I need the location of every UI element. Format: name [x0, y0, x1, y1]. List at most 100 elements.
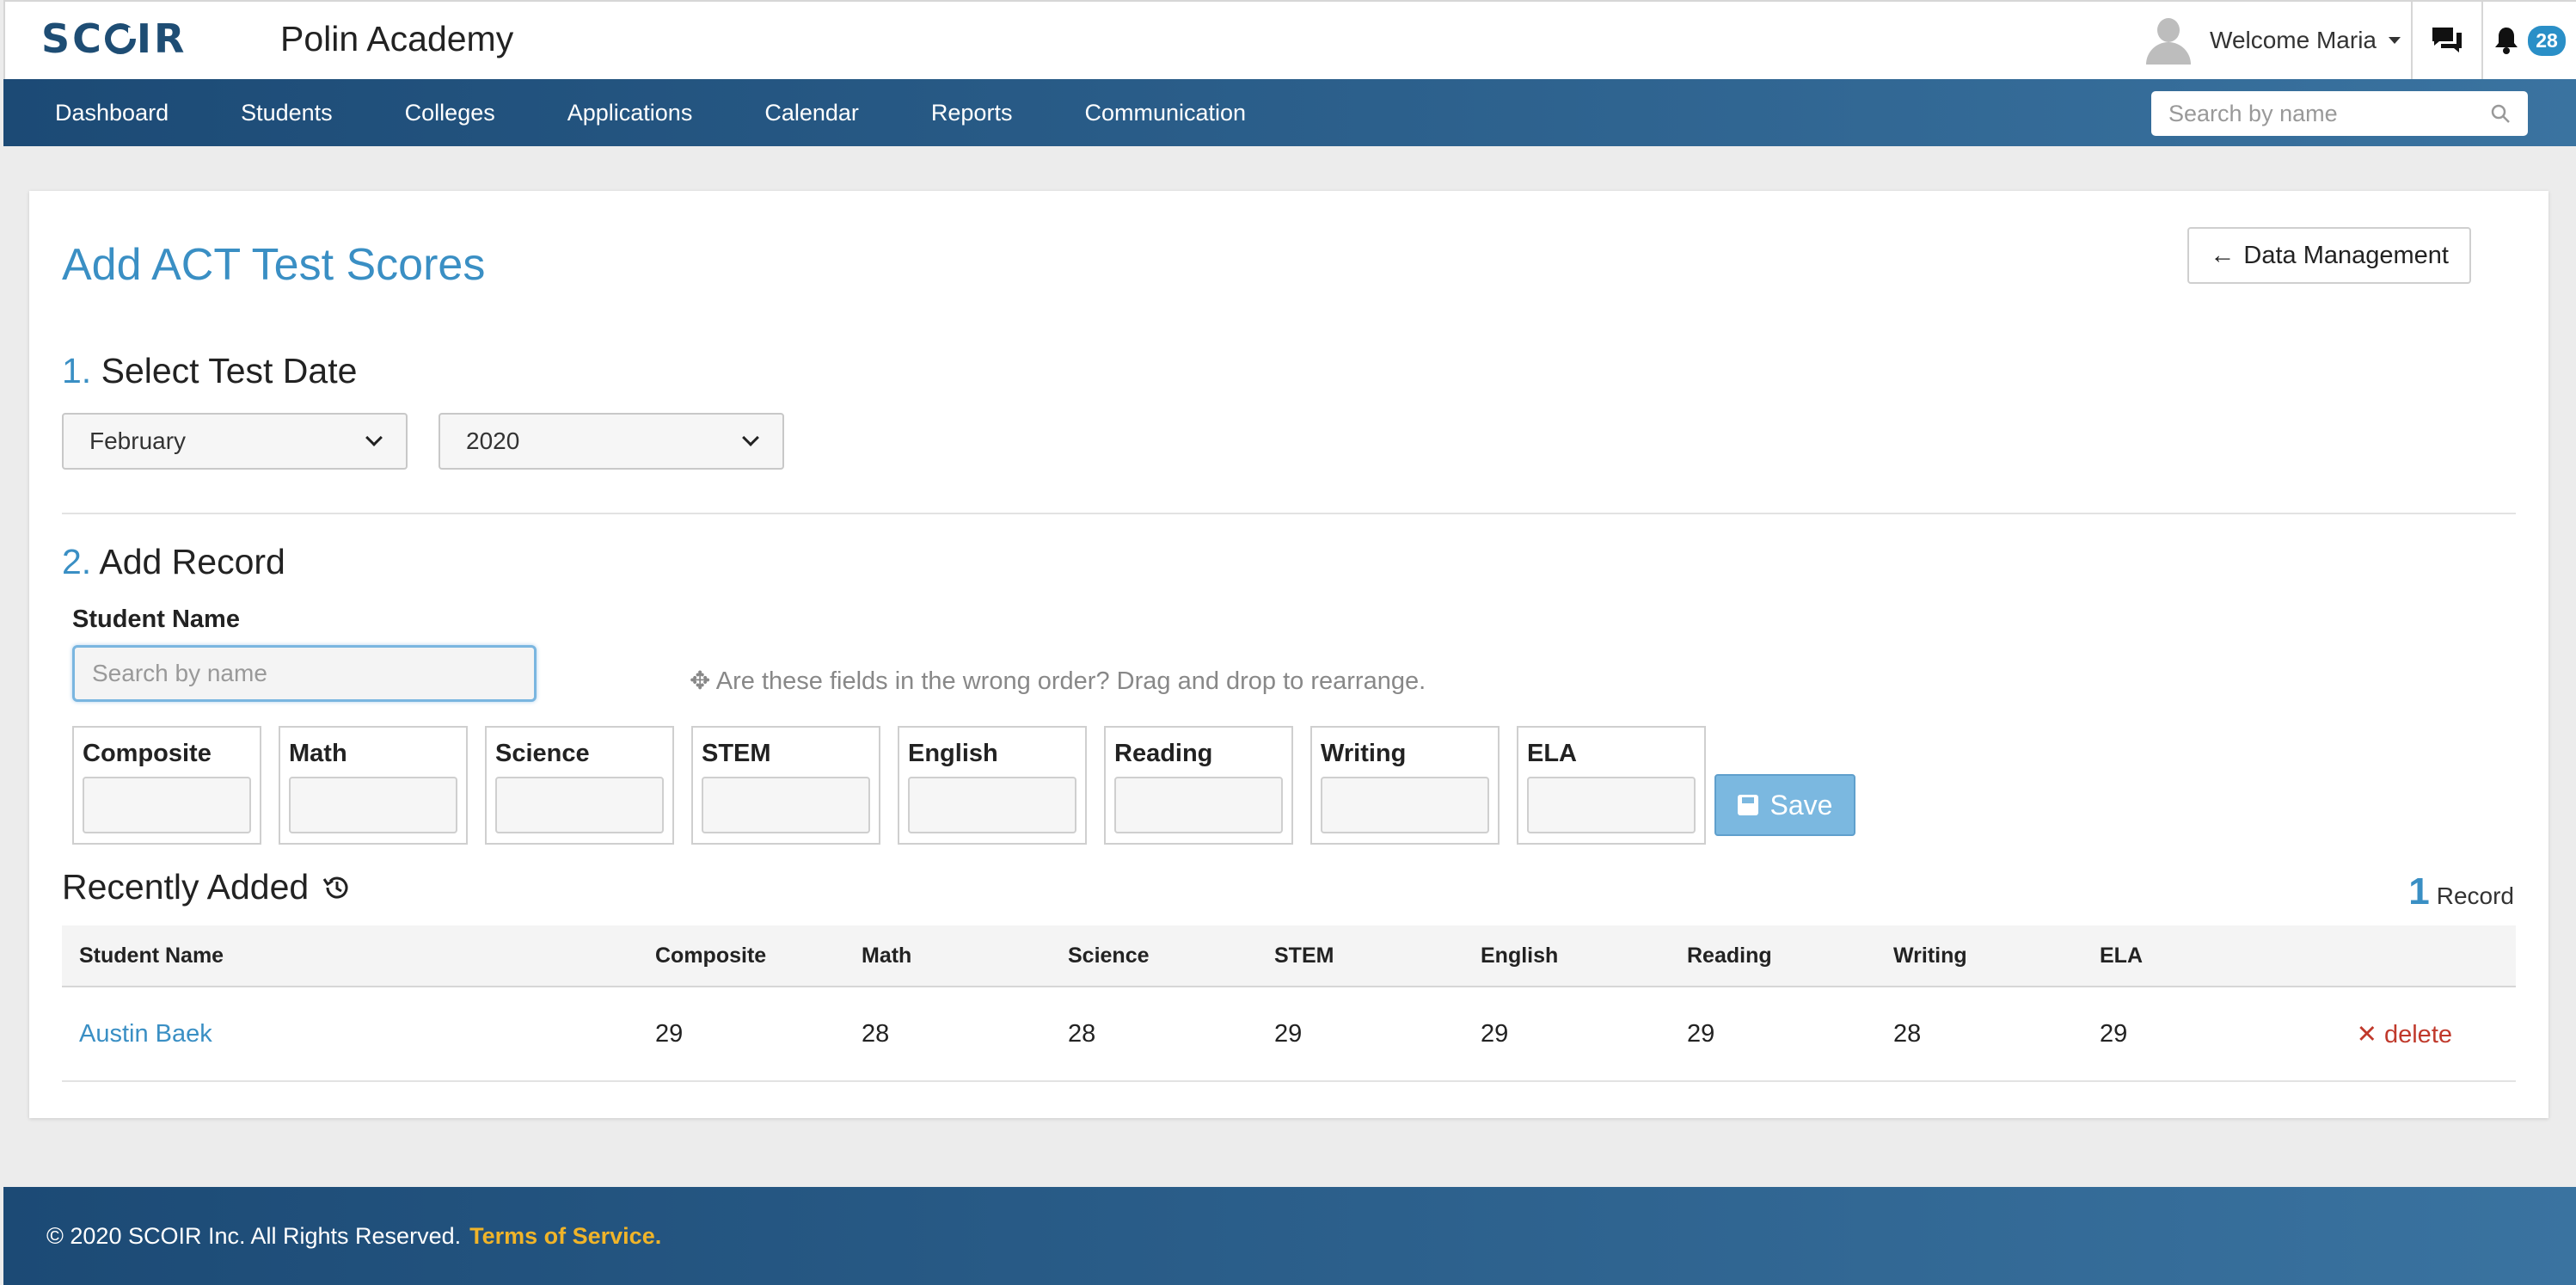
field-label: Writing — [1321, 740, 1407, 767]
column-header: English — [1481, 943, 1559, 968]
year-select[interactable]: 2020 — [439, 413, 784, 470]
step2-label: Add Record — [99, 542, 285, 581]
field-math[interactable]: Math — [279, 726, 468, 845]
cell-science: 28 — [1068, 1019, 1096, 1048]
nav-search — [2151, 91, 2528, 136]
field-label: STEM — [702, 740, 771, 767]
english-input[interactable] — [908, 777, 1076, 833]
save-button[interactable]: Save — [1714, 774, 1855, 836]
field-label: Composite — [83, 740, 212, 767]
science-input[interactable] — [495, 777, 664, 833]
field-science[interactable]: Science — [485, 726, 674, 845]
footer: © 2020 SCOIR Inc. All Rights Reserved. T… — [3, 1187, 2576, 1285]
month-value: February — [89, 427, 187, 454]
bell-icon — [2495, 28, 2518, 54]
school-name: Polin Academy — [280, 19, 514, 58]
nav-reports[interactable]: Reports — [931, 100, 1013, 126]
nav-communication[interactable]: Communication — [1084, 100, 1246, 126]
stem-input[interactable] — [702, 777, 870, 833]
divider — [62, 513, 2516, 514]
nav-dashboard[interactable]: Dashboard — [55, 100, 169, 126]
field-reading[interactable]: Reading — [1104, 726, 1293, 845]
search-icon[interactable] — [2490, 103, 2511, 124]
field-english[interactable]: English — [898, 726, 1087, 845]
record-count-label: Record — [2436, 882, 2514, 909]
step1-number: 1. — [62, 351, 92, 390]
column-header: Composite — [655, 943, 767, 968]
welcome-user-menu[interactable]: Welcome Maria — [2210, 27, 2377, 54]
writing-input[interactable] — [1321, 777, 1489, 833]
reorder-hint-text: Are these fields in the wrong order? Dra… — [715, 667, 1426, 695]
column-header: Student Name — [79, 943, 224, 968]
content-card: Add ACT Test Scores ← Data Management 1.… — [29, 191, 2548, 1118]
field-ela[interactable]: ELA — [1517, 726, 1706, 845]
delete-button[interactable]: ✕ delete — [2306, 1019, 2516, 1049]
nav-search-input[interactable] — [2168, 100, 2461, 127]
cell-reading: 29 — [1687, 1019, 1715, 1048]
data-management-button[interactable]: ← Data Management — [2187, 227, 2471, 284]
reading-input[interactable] — [1114, 777, 1283, 833]
field-writing[interactable]: Writing — [1310, 726, 1500, 845]
student-search-field[interactable] — [72, 645, 537, 702]
notifications-button[interactable]: 28 — [2481, 2, 2576, 79]
step2-heading: 2. Add Record — [62, 542, 285, 582]
top-header: SC IR Polin Academy Welcome Maria 28 — [3, 0, 2576, 79]
cell-stem: 29 — [1274, 1019, 1303, 1048]
save-icon — [1737, 795, 1758, 815]
step1-heading: 1. Select Test Date — [62, 351, 357, 391]
field-label: Science — [495, 740, 590, 767]
record-count: 1 Record — [2408, 870, 2514, 913]
nav-calendar[interactable]: Calendar — [764, 100, 859, 126]
close-icon: ✕ — [2356, 1020, 2377, 1048]
recently-added-title: Recently Added — [62, 867, 310, 907]
field-stem[interactable]: STEM — [691, 726, 880, 845]
cell-composite: 29 — [655, 1019, 684, 1048]
composite-input[interactable] — [83, 777, 251, 833]
table-row: Austin Baek 29 28 28 29 29 29 28 29 ✕ de… — [62, 987, 2516, 1082]
field-composite[interactable]: Composite — [72, 726, 261, 845]
messages-button[interactable] — [2411, 2, 2481, 79]
recent-table: Student Name Composite Math Science STEM… — [62, 925, 2516, 1082]
month-select[interactable]: February — [62, 413, 408, 470]
math-input[interactable] — [289, 777, 457, 833]
step1-label: Select Test Date — [101, 351, 358, 390]
recently-added-heading: Recently Added — [62, 867, 352, 907]
terms-link[interactable]: Terms of Service. — [469, 1223, 661, 1250]
column-header: Writing — [1893, 943, 1967, 968]
copyright-text: © 2020 SCOIR Inc. All Rights Reserved. — [46, 1222, 462, 1249]
chevron-down-icon — [365, 429, 383, 446]
cell-ela: 29 — [2100, 1019, 2128, 1048]
student-link[interactable]: Austin Baek — [79, 1020, 212, 1048]
ela-input[interactable] — [1527, 777, 1696, 833]
nav-students[interactable]: Students — [241, 100, 333, 126]
field-label: Math — [289, 740, 347, 767]
cell-english: 29 — [1481, 1019, 1509, 1048]
column-header: Science — [1068, 943, 1150, 968]
move-icon: ✥ — [690, 667, 711, 695]
main-nav: Dashboard Students Colleges Applications… — [3, 79, 2576, 146]
nav-colleges[interactable]: Colleges — [405, 100, 495, 126]
chat-icon — [2432, 28, 2462, 52]
reorder-hint: ✥ Are these fields in the wrong order? D… — [690, 666, 1426, 696]
year-value: 2020 — [466, 427, 520, 454]
arrow-left-icon: ← — [2210, 241, 2236, 269]
notification-badge: 28 — [2528, 25, 2566, 56]
cell-writing: 28 — [1893, 1019, 1922, 1048]
column-header: ELA — [2100, 943, 2143, 968]
scoir-logo[interactable]: SC IR — [41, 15, 187, 62]
save-label: Save — [1769, 789, 1833, 821]
student-search-input[interactable] — [92, 660, 517, 687]
step2-number: 2. — [62, 542, 92, 581]
field-label: ELA — [1527, 740, 1577, 767]
user-area: Welcome Maria 28 — [2146, 2, 2576, 79]
column-header: STEM — [1274, 943, 1334, 968]
chevron-down-icon[interactable] — [2389, 37, 2401, 44]
nav-applications[interactable]: Applications — [567, 100, 693, 126]
record-count-number: 1 — [2408, 870, 2430, 913]
avatar[interactable] — [2146, 18, 2192, 65]
chevron-down-icon — [742, 429, 759, 446]
cell-math: 28 — [862, 1019, 890, 1048]
table-header: Student Name Composite Math Science STEM… — [62, 925, 2516, 987]
field-label: Reading — [1114, 740, 1213, 767]
field-label: English — [908, 740, 998, 767]
